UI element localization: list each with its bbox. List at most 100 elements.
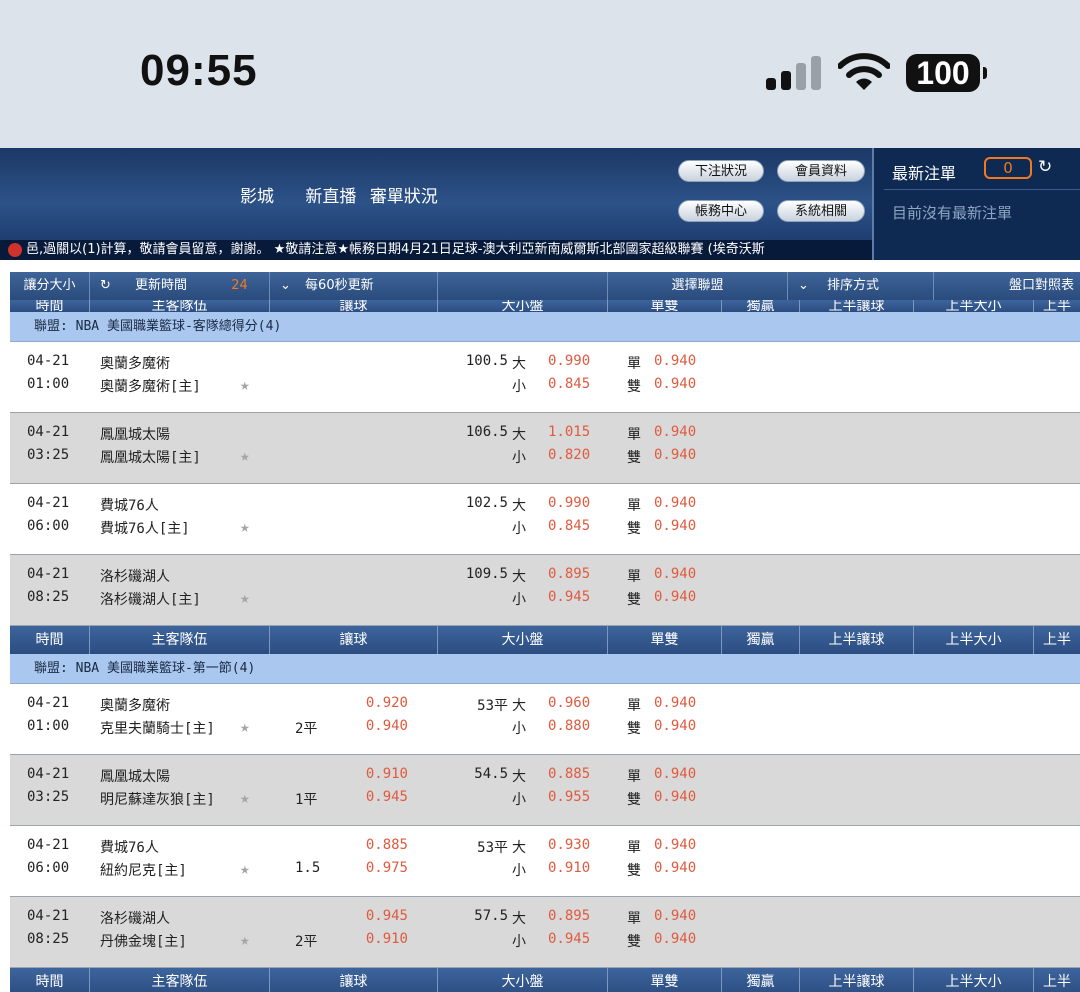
handicap-odds-home[interactable]: 0.975 [10,860,408,876]
under-label: 小 [512,592,526,608]
column-header: 時間 [10,300,90,312]
odds-table: 時間 主客隊伍 讓球 大小盤 單雙 獨贏 上半讓球 上半大小 上半 聯盟: NBA 美國職業籃球-… [10,300,1080,992]
refresh-icon[interactable]: ↻ [100,272,111,300]
column-header: 大小盤 [438,968,608,992]
latest-bets-title: 最新注單 [892,164,957,183]
over-under-line: 109.5 [465,566,508,582]
even-odds[interactable]: 0.940 [654,718,696,734]
odd-odds[interactable]: 0.940 [654,353,696,369]
column-header: 上半 [1043,974,1071,990]
handicap-odds-home[interactable]: 0.910 [10,931,408,947]
handicap-odds-home[interactable]: 0.940 [10,718,408,734]
latest-bets-empty: 目前沒有最新注單 [892,204,1013,222]
odds-table-button[interactable]: 盤口對照表 [934,272,1080,300]
league-header[interactable]: 聯盟: NBA 美國職業籃球-第一節(4) [10,654,1080,684]
column-header-row: 時間 主客隊伍 讓球 大小盤 單雙 獨贏 上半讓球 上半大小 上半 [10,300,1080,312]
odds-table-label: 盤口對照表 [1008,278,1074,293]
over-odds[interactable]: 0.895 [548,566,590,582]
league-header[interactable]: 聯盟: NBA 美國職業籃球-客隊總得分(4) [10,312,1080,342]
favorite-star-icon[interactable]: ★ [240,375,250,394]
over-odds[interactable]: 0.895 [548,908,590,924]
even-label: 雙 [627,521,641,537]
column-header: 單雙 [608,300,722,312]
over-odds[interactable]: 0.885 [548,766,590,782]
under-odds[interactable]: 0.945 [548,931,590,947]
under-odds[interactable]: 0.845 [548,518,590,534]
match-row: 04-21 01:00 奧蘭多魔術 奧蘭多魔術[主] ★ 100.5 大小 0.990 0.84… [10,342,1080,413]
even-label: 雙 [627,934,641,950]
bet-status-button[interactable]: 下注狀況 [678,160,764,182]
account-center-button[interactable]: 帳務中心 [678,200,764,222]
odd-odds[interactable]: 0.940 [654,566,696,582]
update-time-control[interactable]: ↻ 更新時間 24 [90,272,270,300]
news-ticker: ​⾢,過關以(1)計算，敬請會員留意，謝謝。 ★敬請注意★帳務日期4月21日足球… [0,240,872,260]
favorite-star-icon[interactable]: ★ [240,588,250,607]
odds-size-button[interactable]: 讓分大小 [10,272,90,300]
over-odds[interactable]: 0.960 [548,695,590,711]
even-odds[interactable]: 0.940 [654,589,696,605]
column-header-row: 時間 主客隊伍 讓球 大小盤 單雙 獨贏 上半讓球 上半大小 上半 [10,968,1080,992]
auto-refresh-select[interactable]: ⌄ 每60秒更新 [270,272,438,300]
over-odds[interactable]: 0.990 [548,353,590,369]
even-odds[interactable]: 0.940 [654,931,696,947]
odd-odds[interactable]: 0.940 [654,695,696,711]
column-header: 上半讓球 [800,300,914,312]
nav-order-status[interactable]: 審單狀況 [370,187,438,207]
column-header: 上半 [1043,300,1071,312]
even-odds[interactable]: 0.940 [654,376,696,392]
divider [884,189,1080,190]
over-label: 大 [512,911,526,927]
even-label: 雙 [627,450,641,466]
odd-label: 單 [627,356,641,372]
refresh-icon[interactable]: ↻ [1038,157,1052,177]
under-odds[interactable]: 0.955 [548,789,590,805]
over-odds[interactable]: 1.015 [548,424,590,440]
nav-live[interactable]: 新直播 [305,187,356,207]
toolbar-spacer [438,272,608,300]
column-header: 大小盤 [438,626,608,654]
under-odds[interactable]: 0.945 [548,589,590,605]
home-team: 費城76人[主] [100,521,190,537]
odds-size-label: 讓分大小 [23,278,76,293]
under-odds[interactable]: 0.880 [548,718,590,734]
even-odds[interactable]: 0.940 [654,860,696,876]
even-odds[interactable]: 0.940 [654,518,696,534]
match-time: 06:00 [27,518,70,534]
over-under-line: 53平 [477,698,508,714]
odd-odds[interactable]: 0.940 [654,766,696,782]
sort-select[interactable]: ⌄ 排序方式 [788,272,934,300]
member-info-button[interactable]: 會員資料 [777,160,865,182]
countdown: 24 [231,278,248,293]
odd-odds[interactable]: 0.940 [654,424,696,440]
cellular-signal-icon [766,56,824,90]
match-row: 04-21 06:00 費城76人 費城76人[主] ★ 102.5 大小 0.990 0.84… [10,484,1080,555]
over-under-line: 100.5 [465,353,508,369]
under-label: 小 [512,450,526,466]
spacer [0,260,1080,272]
under-odds[interactable]: 0.820 [548,447,590,463]
odd-odds[interactable]: 0.940 [654,837,696,853]
chevron-down-icon: ⌄ [280,278,291,293]
under-label: 小 [512,863,526,879]
nav-cinema[interactable]: 影城 [240,187,274,207]
favorite-star-icon[interactable]: ★ [240,446,250,465]
column-header: 上半讓球 [800,968,914,992]
under-odds[interactable]: 0.910 [548,860,590,876]
match-row: 04-21 08:25 洛杉磯湖人 丹佛金塊[主] ★ 2平 0.945 0.910 57.5 大… [10,897,1080,968]
odd-odds[interactable]: 0.940 [654,908,696,924]
favorite-star-icon[interactable]: ★ [240,517,250,536]
latest-bets-count: 0 [984,157,1032,179]
system-button[interactable]: 系統相關 [777,200,865,222]
column-header: 上半 [1043,632,1071,648]
under-odds[interactable]: 0.845 [548,376,590,392]
over-odds[interactable]: 0.930 [548,837,590,853]
even-odds[interactable]: 0.940 [654,447,696,463]
under-label: 小 [512,792,526,808]
column-header: 獨贏 [722,968,800,992]
over-odds[interactable]: 0.990 [548,495,590,511]
odd-odds[interactable]: 0.940 [654,495,696,511]
select-league-button[interactable]: 選擇聯盟 [608,272,788,300]
column-header: 讓球 [270,968,438,992]
even-odds[interactable]: 0.940 [654,789,696,805]
handicap-odds-home[interactable]: 0.945 [10,789,408,805]
